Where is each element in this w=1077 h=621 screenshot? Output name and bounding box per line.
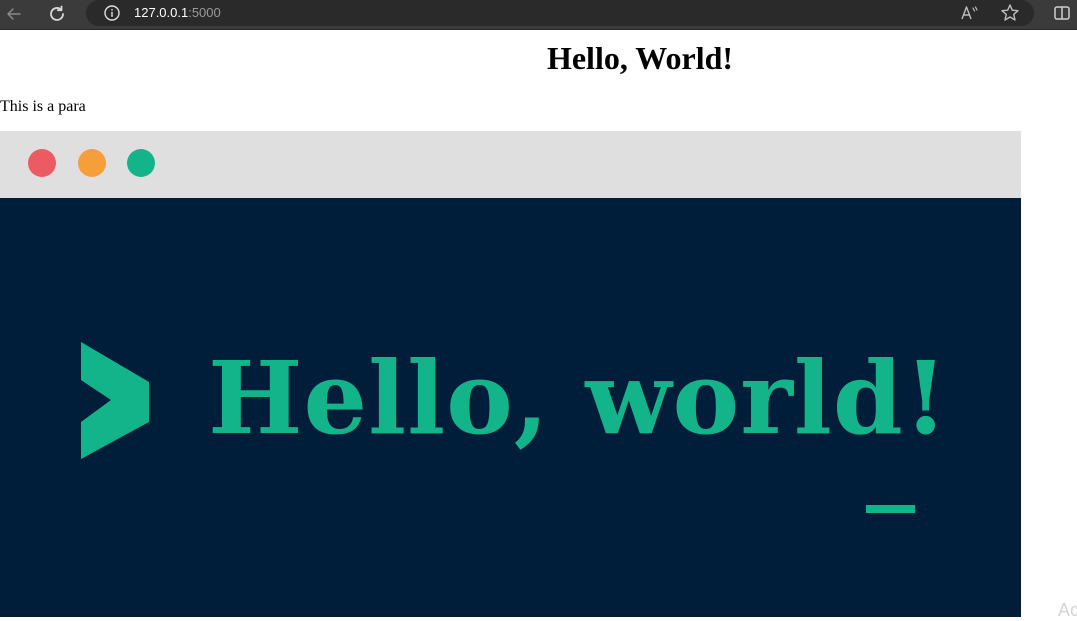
corner-hint-text: Ac — [1058, 600, 1077, 620]
prompt-chevron-icon — [81, 342, 149, 459]
terminal-body: Hello, world! — [0, 198, 1021, 617]
hero-text: Hello, world! — [208, 339, 949, 457]
address-bar[interactable]: 127.0.0.1:5000 — [86, 0, 1034, 26]
maximize-dot-icon — [127, 149, 155, 177]
page-paragraph: This is a para — [0, 98, 86, 115]
page-heading: Hello, World! — [546, 40, 734, 76]
terminal-cursor — [866, 505, 915, 513]
star-icon[interactable] — [999, 2, 1021, 24]
split-screen-icon[interactable] — [1051, 2, 1073, 24]
url-text[interactable]: 127.0.0.1:5000 — [134, 4, 221, 21]
close-dot-icon — [28, 149, 56, 177]
url-port: :5000 — [188, 5, 221, 20]
read-aloud-icon[interactable] — [958, 2, 980, 24]
refresh-icon[interactable] — [45, 2, 69, 26]
hello-world-image: Hello, world! — [0, 131, 1021, 617]
minimize-dot-icon — [78, 149, 106, 177]
window-titlebar — [0, 131, 1021, 198]
url-host: 127.0.0.1 — [134, 5, 189, 20]
browser-toolbar: 127.0.0.1:5000 — [0, 0, 1077, 30]
info-icon[interactable] — [102, 3, 122, 23]
back-arrow-icon[interactable] — [2, 2, 26, 26]
